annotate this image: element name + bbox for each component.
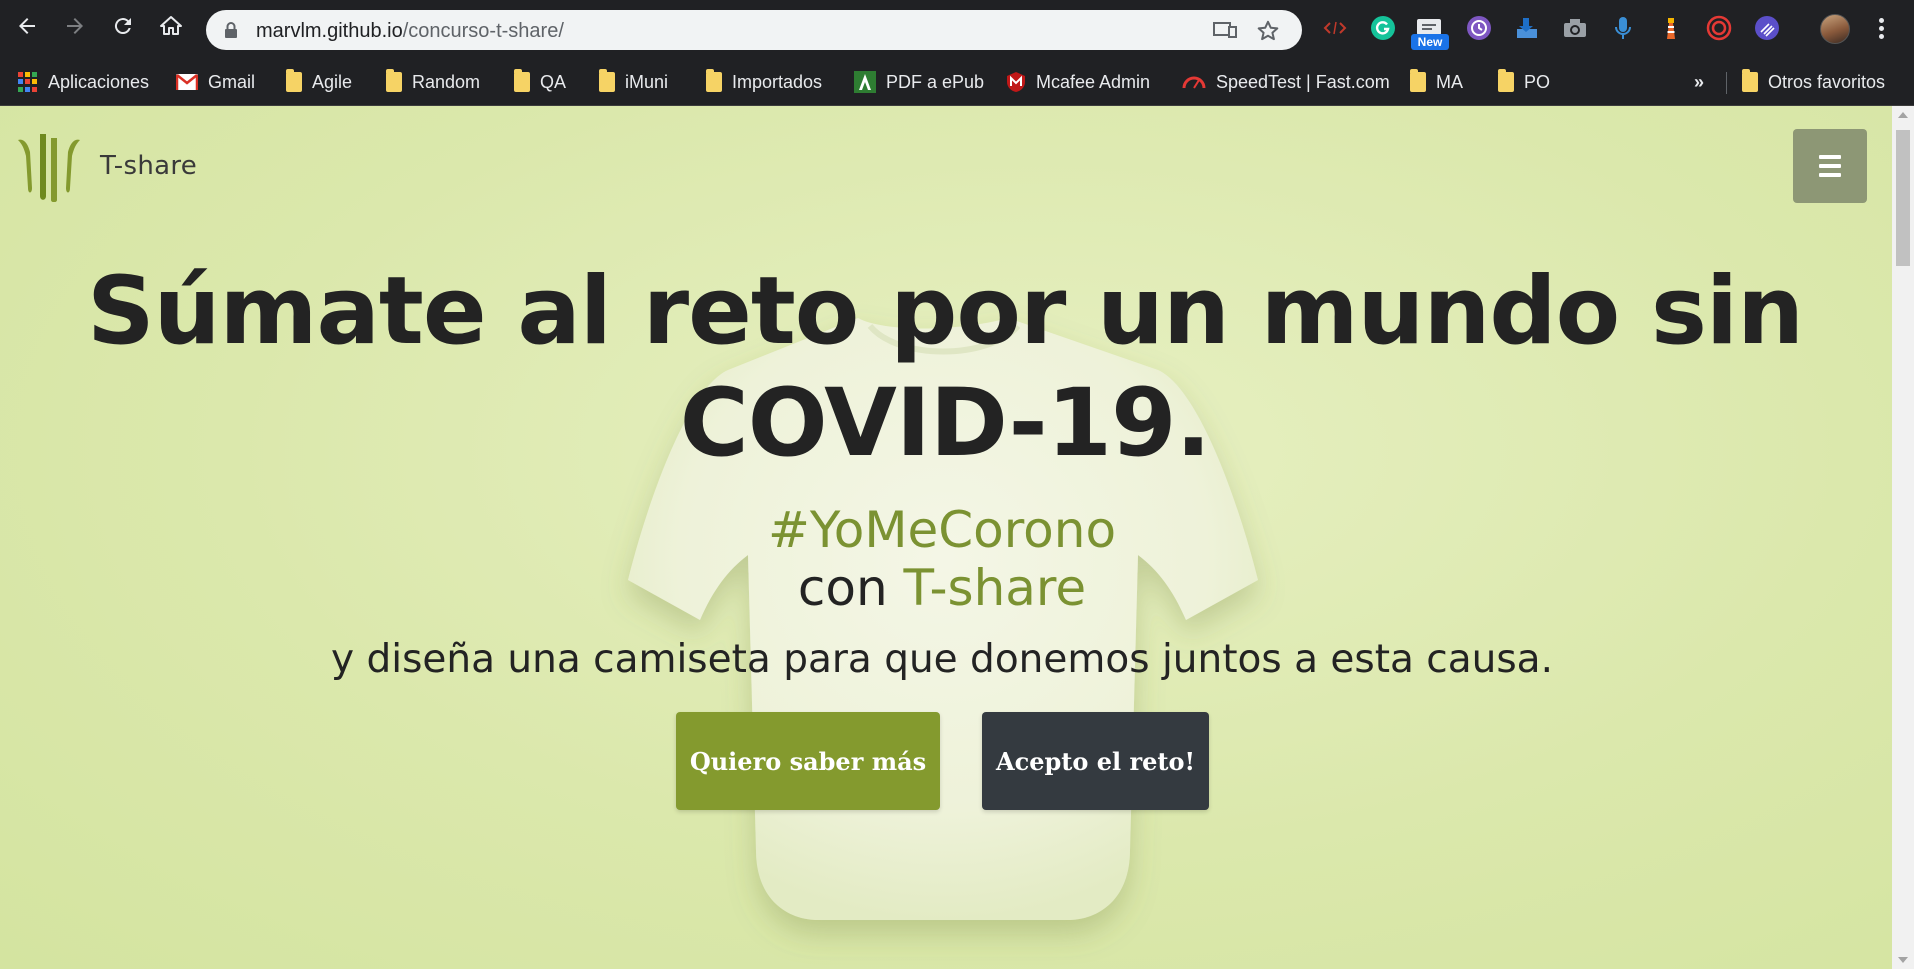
bookmark-po[interactable]: PO (1498, 68, 1550, 96)
forward-arrow-icon (67, 18, 83, 34)
bookmark-aplicaciones[interactable]: Aplicaciones (18, 68, 149, 96)
bookmark-imuni[interactable]: iMuni (599, 68, 668, 96)
grammarly-icon[interactable] (1370, 15, 1396, 41)
reload-icon (114, 18, 131, 35)
scroll-up-arrow-icon[interactable] (1898, 112, 1908, 118)
folder-icon (514, 69, 530, 92)
bookmark-label: QA (540, 71, 567, 92)
bookmark-pdf-a-epub[interactable]: PDF a ePub (854, 68, 984, 96)
camera-extension-icon[interactable] (1562, 15, 1588, 41)
mic-extension-icon[interactable] (1610, 15, 1636, 41)
hero-hashtag: #YoMeCorono (767, 501, 1117, 559)
bookmark-label: iMuni (625, 71, 669, 92)
bookmark-label: Agile (312, 71, 353, 92)
bookmark-label: SpeedTest | Fast.com (1216, 71, 1390, 92)
home-button[interactable] (156, 11, 186, 41)
spiral-extension-icon[interactable] (1706, 15, 1732, 41)
mcafee-icon (1007, 72, 1025, 92)
page-scrollbar[interactable] (1892, 106, 1914, 969)
download-extension-icon[interactable] (1514, 15, 1540, 41)
browser-toolbar: marvlm.github.io/concurso-t-share/ New (0, 0, 1914, 58)
stripes-extension-icon[interactable] (1754, 15, 1780, 41)
hero-con-tshare: con T-share (0, 558, 1884, 618)
bookmark-label: PDF a ePub (886, 71, 985, 92)
bookmark-label: Random (412, 71, 481, 92)
home-icon (160, 16, 182, 35)
bookmark-label: Mcafee Admin (1036, 71, 1151, 92)
bookmark-label: PO (1524, 71, 1551, 92)
speedtest-icon (1182, 76, 1206, 89)
lock-icon (225, 22, 237, 38)
code-extension-icon[interactable] (1322, 15, 1348, 41)
headline-line-2: COVID-19. (679, 369, 1211, 478)
bookmark-label: Importados (732, 71, 823, 92)
folder-icon (1410, 69, 1426, 92)
folder-icon (1498, 69, 1514, 92)
bookmarks-divider (1726, 72, 1727, 94)
accept-challenge-button[interactable]: Acepto el reto! (982, 712, 1209, 810)
apps-grid-icon (18, 72, 38, 92)
folder-icon (386, 69, 402, 92)
hamburger-icon (1819, 155, 1841, 177)
address-bar[interactable]: marvlm.github.io/concurso-t-share/ (206, 10, 1302, 50)
pdf-epub-icon (854, 71, 876, 93)
hero-headline: Súmate al reto por un mundo sin COVID-19… (80, 256, 1810, 480)
bookmark-agile[interactable]: Agile (286, 68, 352, 96)
bookmark-star-icon[interactable] (1256, 19, 1280, 43)
folder-icon (599, 69, 615, 92)
bookmark-label: Gmail (208, 71, 256, 92)
profile-avatar[interactable] (1820, 14, 1850, 44)
bookmark-label: Aplicaciones (48, 71, 150, 92)
folder-icon (286, 69, 302, 92)
tshare-logo-icon (18, 134, 80, 202)
bookmarks-overflow-button[interactable]: » (1694, 68, 1704, 96)
install-app-icon[interactable] (1212, 20, 1238, 40)
scroll-down-arrow-icon[interactable] (1898, 957, 1908, 963)
bookmark-qa[interactable]: QA (514, 68, 566, 96)
bookmark-gmail[interactable]: Gmail (176, 68, 255, 96)
lighthouse-icon[interactable] (1658, 15, 1684, 41)
brand-name: T-share (100, 151, 198, 181)
reload-button[interactable] (108, 11, 138, 41)
con-brand: T-share (903, 559, 1087, 617)
bookmark-importados[interactable]: Importados (706, 68, 822, 96)
url-text: marvlm.github.io/concurso-t-share/ (256, 20, 564, 43)
bookmark-label: MA (1436, 71, 1463, 92)
bookmark-random[interactable]: Random (386, 68, 480, 96)
folder-icon (1742, 69, 1758, 92)
forward-button[interactable] (60, 11, 90, 41)
con-prefix: con (797, 559, 904, 617)
folder-icon (706, 69, 722, 92)
headline-line-1: Súmate al reto por un mundo sin (86, 257, 1804, 366)
site-brand[interactable]: T-share (16, 130, 197, 202)
gmail-icon (176, 74, 198, 90)
learn-more-button[interactable]: Quiero saber más (676, 712, 940, 810)
back-arrow-icon (19, 18, 35, 34)
url-path: /concurso-t-share/ (402, 20, 564, 42)
browser-menu-button[interactable] (1870, 16, 1894, 42)
menu-toggle-button[interactable] (1793, 129, 1867, 203)
back-button[interactable] (12, 11, 42, 41)
bookmark-label: Otros favoritos (1768, 71, 1886, 92)
url-host: marvlm.github.io (256, 20, 403, 42)
clock-extension-icon[interactable] (1466, 15, 1492, 41)
bookmarks-bar: Aplicaciones Gmail Agile Random QA iMuni… (0, 58, 1914, 106)
bookmark-otros-favoritos[interactable]: Otros favoritos (1742, 68, 1885, 96)
bookmark-ma[interactable]: MA (1410, 68, 1463, 96)
hero-subline: y diseña una camiseta para que donemos j… (331, 637, 1553, 682)
scrollbar-thumb[interactable] (1896, 130, 1910, 266)
bookmark-mcafee-admin[interactable]: Mcafee Admin (1006, 68, 1150, 96)
page-viewport: T-share Súmate al reto por un mundo sin … (0, 106, 1892, 969)
bookmark-speedtest[interactable]: SpeedTest | Fast.com (1182, 68, 1390, 96)
extension-new-badge: New (1411, 34, 1449, 50)
